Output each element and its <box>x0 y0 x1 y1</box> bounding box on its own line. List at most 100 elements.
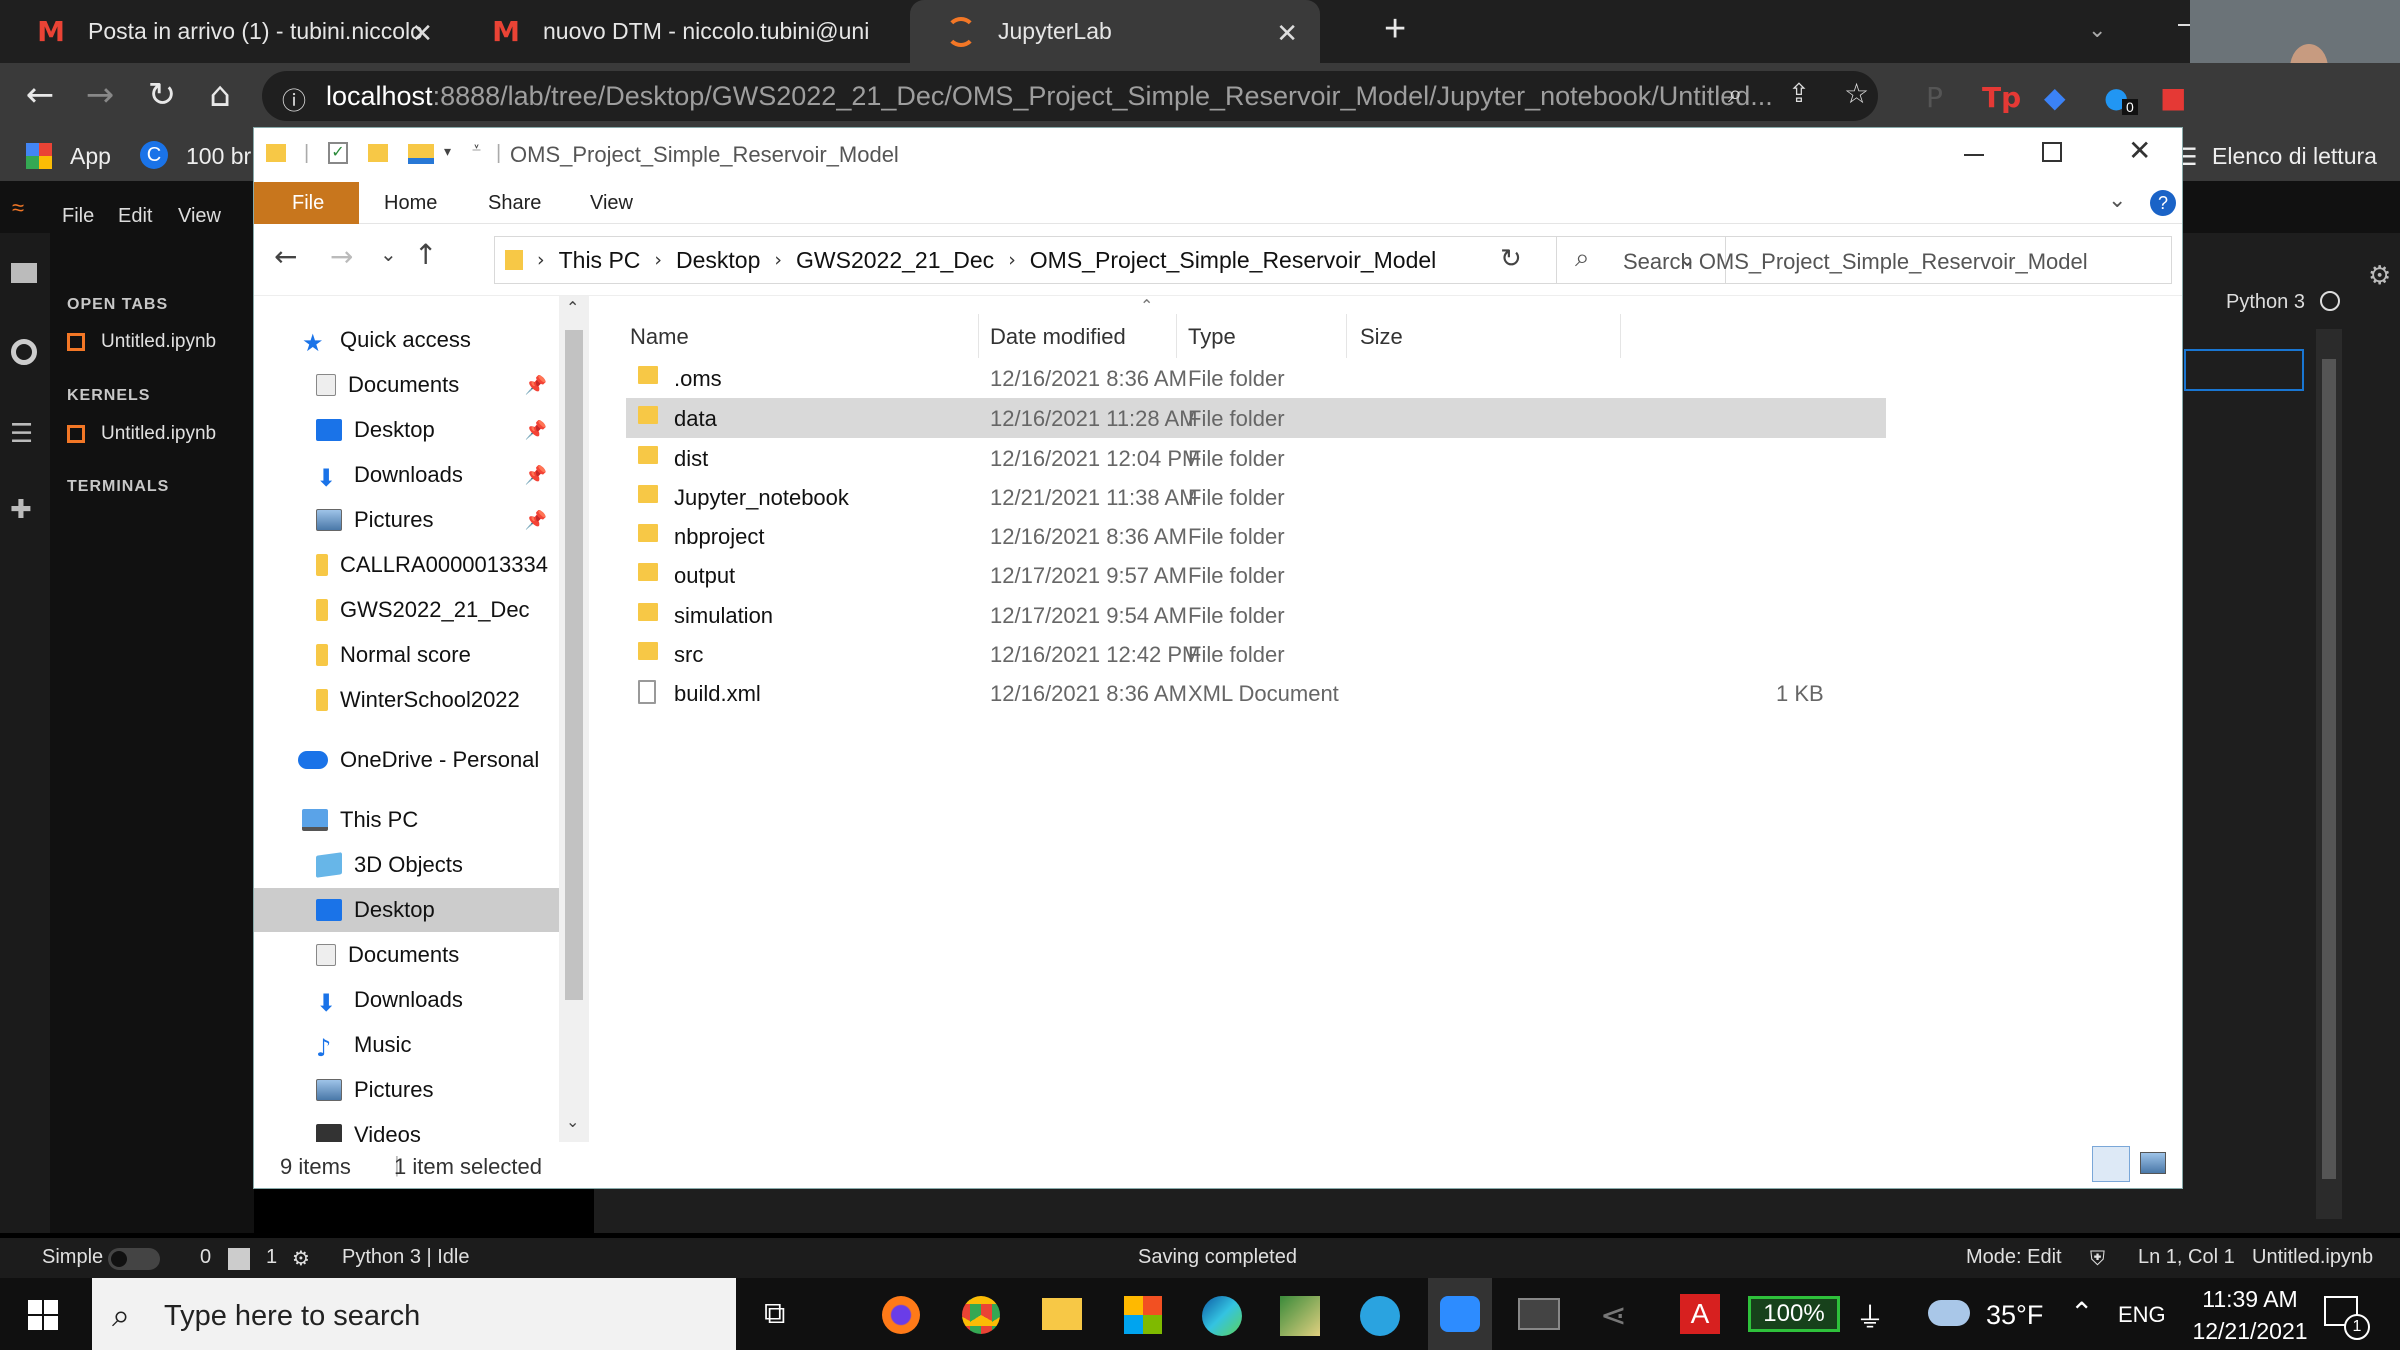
nav-pictures[interactable]: Pictures <box>254 1068 559 1112</box>
nav-quick-normal-score[interactable]: Normal score <box>254 633 559 677</box>
nav-onedrive[interactable]: OneDrive - Personal <box>254 738 559 782</box>
input-language[interactable]: ENG <box>2118 1302 2166 1328</box>
edge-icon[interactable] <box>1202 1296 1242 1336</box>
temperature[interactable]: 35°F <box>1986 1300 2043 1331</box>
reload-icon[interactable]: ↻ <box>140 75 184 115</box>
pin-icon[interactable]: 📌 <box>525 465 547 486</box>
nav-videos[interactable]: Videos <box>254 1113 559 1142</box>
apps-grid-icon[interactable] <box>26 143 52 169</box>
customize-qat-icon[interactable]: ⩡ <box>472 138 481 158</box>
nav-this-pc[interactable]: This PC <box>254 798 559 842</box>
store-icon[interactable] <box>1124 1296 1162 1334</box>
file-row[interactable]: build.xml 12/16/2021 8:36 AM XML Document 1… <box>626 673 1886 713</box>
pin-icon[interactable]: 📌 <box>525 420 547 441</box>
nav-quick-gws2022[interactable]: GWS2022_21_Dec <box>254 588 559 632</box>
file-explorer-icon[interactable] <box>1042 1298 1082 1330</box>
nav-quick-access[interactable]: ★ Quick access <box>254 318 559 362</box>
cursor-position[interactable]: Ln 1, Col 1 <box>2138 1246 2235 1269</box>
acrobat-icon[interactable]: A <box>1680 1294 1720 1334</box>
close-icon[interactable]: ✕ <box>411 18 433 49</box>
forward-arrow-icon[interactable]: → <box>330 240 353 273</box>
file-row-selected[interactable]: data 12/16/2021 11:28 AM File folder <box>626 398 1886 438</box>
chrome-icon[interactable] <box>962 1296 1000 1334</box>
back-arrow-icon[interactable]: ← <box>274 240 297 273</box>
breadcrumb-oms-project[interactable]: OMS_Project_Simple_Reservoir_Model <box>1030 247 1437 274</box>
ribbon-file-tab[interactable]: File <box>254 182 359 224</box>
file-row[interactable]: nbproject 12/16/2021 8:36 AM File folder <box>626 516 1886 556</box>
file-row[interactable]: Jupyter_notebook 12/21/2021 11:38 AM File … <box>626 477 1886 517</box>
new-folder-icon[interactable] <box>368 144 388 162</box>
windows-start-icon[interactable] <box>28 1300 58 1330</box>
jupyter-menu-file[interactable]: File <box>62 205 94 228</box>
address-bar[interactable]: ⓘ localhost:8888/lab/tree/Desktop/GWS202… <box>262 71 1878 121</box>
bookmark-apps[interactable]: App <box>70 143 111 170</box>
column-type[interactable]: Type <box>1188 324 1236 350</box>
notebook-scroll-thumb[interactable] <box>2322 359 2336 1179</box>
terminal-app-icon[interactable] <box>1518 1298 1560 1330</box>
kernel-status[interactable]: Python 3 | Idle <box>342 1246 470 1269</box>
details-view-icon[interactable] <box>2092 1146 2130 1182</box>
file-row[interactable]: dist 12/16/2021 12:04 PM File folder <box>626 438 1886 478</box>
zoom-icon[interactable]: ⌕ <box>1728 79 1743 110</box>
close-button[interactable]: ✕ <box>2128 134 2151 167</box>
active-cell[interactable] <box>2184 349 2304 391</box>
extension-cap-icon[interactable]: ◆ <box>2044 81 2066 114</box>
weather-cloud-icon[interactable] <box>1928 1300 1970 1326</box>
tab-search-icon[interactable]: ⌄ <box>2088 18 2106 43</box>
maximize-button[interactable] <box>2042 142 2062 162</box>
running-icon[interactable] <box>11 339 37 365</box>
column-size[interactable]: Size <box>1360 324 1403 350</box>
up-arrow-icon[interactable]: ↑ <box>414 238 437 271</box>
scroll-up-icon[interactable]: ⌃ <box>566 298 579 317</box>
clock-time[interactable]: 11:39 AM <box>2190 1286 2310 1313</box>
nav-quick-desktop[interactable]: Desktop 📌 <box>254 408 559 452</box>
close-icon[interactable]: ✕ <box>1276 18 1298 49</box>
new-tab-button[interactable]: + <box>1384 8 1406 51</box>
explorer-search-box[interactable]: ⌕ Search OMS_Project_Simple_Reservoir_Mo… <box>1556 236 2172 284</box>
extension-p-icon[interactable]: P <box>1926 81 1943 114</box>
extension-manager-icon[interactable]: ✚ <box>10 495 32 525</box>
firefox-icon[interactable] <box>882 1296 920 1334</box>
pin-icon[interactable]: 📌 <box>525 510 547 531</box>
file-row[interactable]: output 12/17/2021 9:57 AM File folder <box>626 555 1886 595</box>
address-breadcrumb-box[interactable]: › This PC › Desktop › GWS2022_21_Dec › O… <box>494 236 1726 284</box>
nav-desktop[interactable]: Desktop <box>254 888 559 932</box>
trusted-shield-icon[interactable]: ⛨ <box>2090 1246 2105 1270</box>
navigation-scrollbar[interactable]: ⌃ ⌄ <box>559 296 589 1142</box>
nav-quick-documents[interactable]: Documents 📌 <box>254 363 559 407</box>
taskbar-search[interactable]: ⌕ Type here to search <box>92 1278 736 1350</box>
navigation-scroll-thumb[interactable] <box>565 330 583 1000</box>
telegram-icon[interactable] <box>1360 1296 1400 1336</box>
column-name[interactable]: Name <box>630 324 689 350</box>
file-row[interactable]: src 12/16/2021 12:42 PM File folder <box>626 634 1886 674</box>
reading-list[interactable]: Elenco di lettura <box>2212 143 2377 170</box>
battery-meter[interactable]: 100% <box>1748 1296 1840 1332</box>
back-icon[interactable]: ← <box>18 75 62 115</box>
nav-downloads[interactable]: ⬇ Downloads <box>254 978 559 1022</box>
browser-tab-jupyterlab[interactable]: JupyterLab ✕ <box>910 0 1320 63</box>
task-view-icon[interactable]: ⧉ <box>764 1296 785 1331</box>
breadcrumb-this-pc[interactable]: This PC <box>559 247 641 274</box>
kernel-name[interactable]: Python 3 <box>2226 291 2305 314</box>
kernel-item[interactable]: Untitled.ipynb <box>67 423 216 445</box>
nav-quick-downloads[interactable]: ⬇ Downloads 📌 <box>254 453 559 497</box>
share-app-icon[interactable]: ⋖ <box>1600 1296 1627 1334</box>
properties-icon[interactable]: ✓ <box>328 142 348 164</box>
extension-lock-icon[interactable]: ■ <box>2160 81 2186 114</box>
nav-quick-winterschool[interactable]: WinterSchool2022 <box>254 678 559 722</box>
jupyter-menu-view[interactable]: View <box>178 205 221 228</box>
home-icon[interactable]: ⌂ <box>198 75 242 115</box>
property-inspector-icon[interactable]: ⚙ <box>2368 261 2391 291</box>
bookmark-100br[interactable]: 100 br <box>186 143 251 170</box>
share-icon[interactable]: ⇪ <box>1788 79 1810 109</box>
browser-tab-gmail-dtm[interactable]: M nuovo DTM - niccolo.tubini@uni <box>455 0 910 63</box>
ribbon-view-tab[interactable]: View <box>590 192 633 215</box>
notebook-scrollbar[interactable] <box>2316 329 2342 1219</box>
nav-3d-objects[interactable]: 3D Objects <box>254 843 559 887</box>
simple-mode-toggle[interactable] <box>108 1248 160 1270</box>
ribbon-share-tab[interactable]: Share <box>488 192 541 215</box>
recent-locations-icon[interactable]: ⌄ <box>380 242 397 266</box>
pin-icon[interactable]: 📌 <box>525 375 547 396</box>
large-icons-view-icon[interactable] <box>2140 1152 2166 1174</box>
nav-quick-pictures[interactable]: Pictures 📌 <box>254 498 559 542</box>
